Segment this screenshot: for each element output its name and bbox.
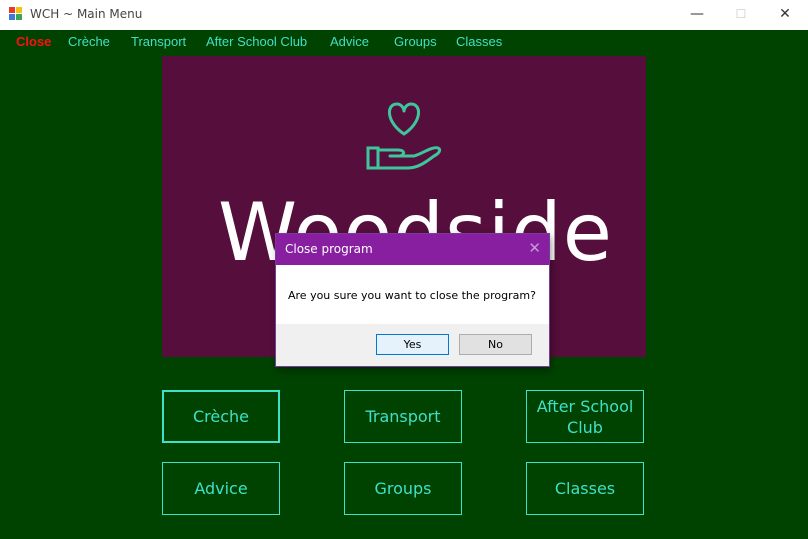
menu-item-classes[interactable]: Classes xyxy=(456,34,502,49)
menu-item-groups[interactable]: Groups xyxy=(394,34,437,49)
menu-item-advice[interactable]: Advice xyxy=(330,34,369,49)
groups-tile-button[interactable]: Groups xyxy=(344,462,462,515)
menu-item-after-school-club[interactable]: After School Club xyxy=(206,34,307,49)
menu-bar: Close Crèche Transport After School Club… xyxy=(0,30,808,54)
dialog-title: Close program xyxy=(285,242,373,256)
app-icon xyxy=(9,7,23,21)
menu-item-transport[interactable]: Transport xyxy=(131,34,186,49)
window-title-bar: WCH ~ Main Menu — ☐ ✕ xyxy=(0,0,808,30)
classes-tile-button[interactable]: Classes xyxy=(526,462,644,515)
no-button[interactable]: No xyxy=(459,334,532,355)
advice-tile-button[interactable]: Advice xyxy=(162,462,280,515)
after-school-club-tile-button[interactable]: After School Club xyxy=(526,390,644,443)
minimize-button[interactable]: — xyxy=(674,0,720,30)
dialog-footer: Yes No xyxy=(276,324,549,366)
dialog-close-icon[interactable]: ✕ xyxy=(528,239,541,257)
heart-in-hand-icon xyxy=(366,102,442,170)
maximize-button[interactable]: ☐ xyxy=(718,0,764,30)
close-confirm-dialog: Close program ✕ Are you sure you want to… xyxy=(276,234,549,366)
creche-tile-button[interactable]: Crèche xyxy=(162,390,280,443)
menu-item-creche[interactable]: Crèche xyxy=(68,34,110,49)
dialog-message: Are you sure you want to close the progr… xyxy=(288,289,536,302)
yes-button[interactable]: Yes xyxy=(376,334,449,355)
menu-item-close[interactable]: Close xyxy=(16,34,51,49)
window-title: WCH ~ Main Menu xyxy=(30,7,143,21)
dialog-title-bar: Close program ✕ xyxy=(276,234,549,265)
window-close-button[interactable]: ✕ xyxy=(762,0,808,30)
transport-tile-button[interactable]: Transport xyxy=(344,390,462,443)
